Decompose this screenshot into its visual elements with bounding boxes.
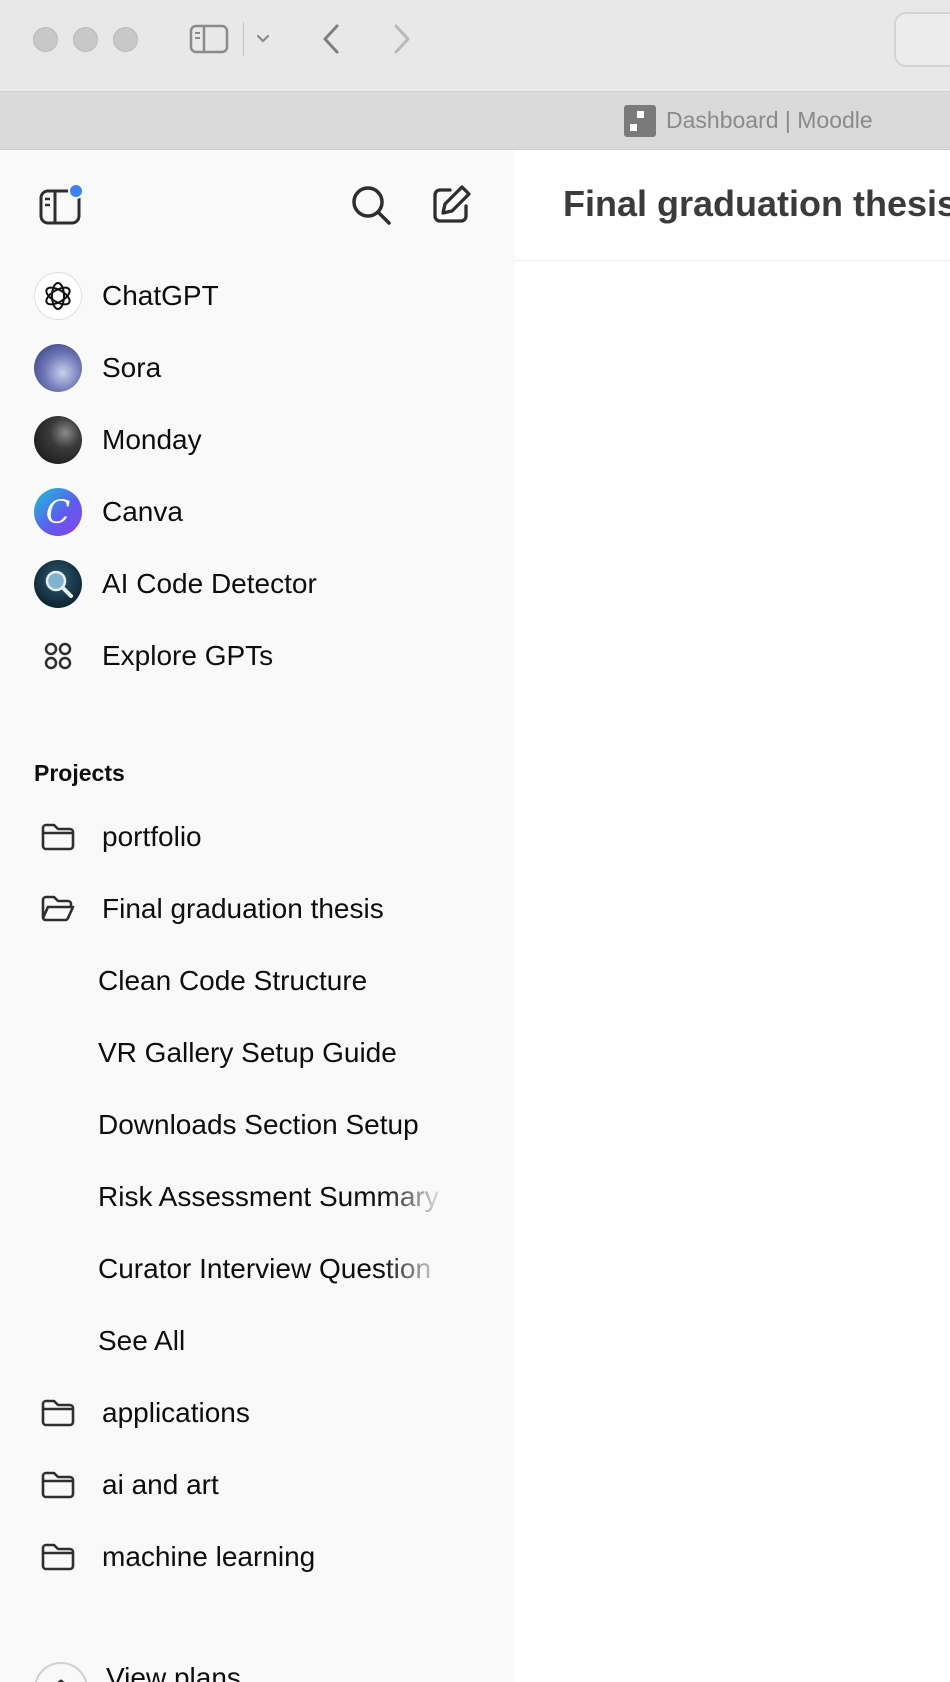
moodle-favicon-icon — [624, 105, 656, 137]
sidebar: ChatGPT Sora Monday C Canva AI Code Dete… — [0, 150, 514, 1682]
close-window-button[interactable] — [33, 27, 58, 52]
openai-logo-icon — [34, 272, 82, 320]
notification-dot — [68, 183, 84, 199]
forward-arrow-icon[interactable] — [387, 20, 417, 58]
main-content: Final graduation thesis — [514, 150, 950, 1682]
project-label: machine learning — [102, 1541, 316, 1572]
chat-item[interactable]: Risk Assessment Summary — [0, 1161, 514, 1233]
project-label: applications — [102, 1397, 250, 1428]
new-chat-icon[interactable] — [426, 180, 476, 230]
chat-label: Curator Interview Question — [98, 1253, 432, 1284]
gpt-label: ChatGPT — [102, 280, 219, 311]
project-item-ai-and-art[interactable]: ai and art — [0, 1449, 514, 1521]
canva-c-glyph: C — [45, 493, 71, 531]
browser-titlebar — [0, 0, 950, 92]
grid-icon — [34, 632, 82, 680]
minimize-window-button[interactable] — [73, 27, 98, 52]
sidebar-toggle-icon[interactable] — [188, 22, 230, 56]
project-label: ai and art — [102, 1469, 219, 1500]
chat-item[interactable]: Downloads Section Setup — [0, 1089, 514, 1161]
main-header: Final graduation thesis — [514, 150, 950, 261]
back-arrow-icon[interactable] — [316, 20, 346, 58]
gpt-label: Explore GPTs — [102, 640, 274, 671]
project-label: Final graduation thesis — [102, 893, 384, 924]
chat-item[interactable]: Clean Code Structure — [0, 945, 514, 1017]
folder-open-icon — [41, 895, 75, 922]
project-item-portfolio[interactable]: portfolio — [0, 801, 514, 873]
canva-avatar: C — [34, 488, 82, 536]
chat-label: Downloads Section Setup — [98, 1109, 419, 1140]
project-label: portfolio — [102, 821, 202, 852]
folder-icon — [41, 823, 75, 851]
gpt-label: Sora — [102, 352, 162, 383]
upgrade-icon — [34, 1662, 88, 1682]
gpt-item-ai-code-detector[interactable]: AI Code Detector — [0, 548, 514, 620]
search-icon[interactable] — [346, 180, 396, 230]
address-bar[interactable] — [894, 12, 950, 67]
ai-code-detector-avatar — [34, 560, 82, 608]
gpt-item-sora[interactable]: Sora — [0, 332, 514, 404]
folder-icon — [41, 1399, 75, 1427]
chat-label: Clean Code Structure — [98, 965, 368, 996]
see-all-label: See All — [98, 1325, 186, 1356]
sora-avatar — [34, 344, 82, 392]
toolbar-divider — [243, 22, 244, 56]
view-plans-button[interactable]: View plans — [0, 1654, 514, 1682]
folder-icon — [41, 1471, 75, 1499]
folder-icon — [41, 1543, 75, 1571]
project-item-applications[interactable]: applications — [0, 1377, 514, 1449]
explore-gpts-button[interactable]: Explore GPTs — [0, 620, 514, 692]
project-item-machine-learning[interactable]: machine learning — [0, 1521, 514, 1593]
gpt-label: AI Code Detector — [102, 568, 317, 599]
chevron-down-icon[interactable] — [252, 28, 274, 50]
view-plans-label: View plans — [106, 1662, 241, 1682]
gpt-label: Monday — [102, 424, 202, 455]
tab-title[interactable]: Dashboard | Moodle — [666, 107, 873, 134]
monday-avatar — [34, 416, 82, 464]
projects-heading: Projects — [34, 760, 125, 786]
project-title: Final graduation thesis — [563, 183, 950, 224]
gpt-item-monday[interactable]: Monday — [0, 404, 514, 476]
see-all-button[interactable]: See All — [0, 1305, 514, 1377]
sidebar-panel-icon[interactable] — [34, 180, 86, 232]
gpt-item-chatgpt[interactable]: ChatGPT — [0, 260, 514, 332]
gpt-item-canva[interactable]: C Canva — [0, 476, 514, 548]
zoom-window-button[interactable] — [113, 27, 138, 52]
chat-item[interactable]: Curator Interview Question — [0, 1233, 514, 1305]
project-item-final-graduation-thesis[interactable]: Final graduation thesis — [0, 873, 514, 945]
chat-item[interactable]: VR Gallery Setup Guide — [0, 1017, 514, 1089]
chat-label: Risk Assessment Summary — [98, 1181, 439, 1212]
gpt-label: Canva — [102, 496, 183, 527]
chat-label: VR Gallery Setup Guide — [98, 1037, 397, 1068]
